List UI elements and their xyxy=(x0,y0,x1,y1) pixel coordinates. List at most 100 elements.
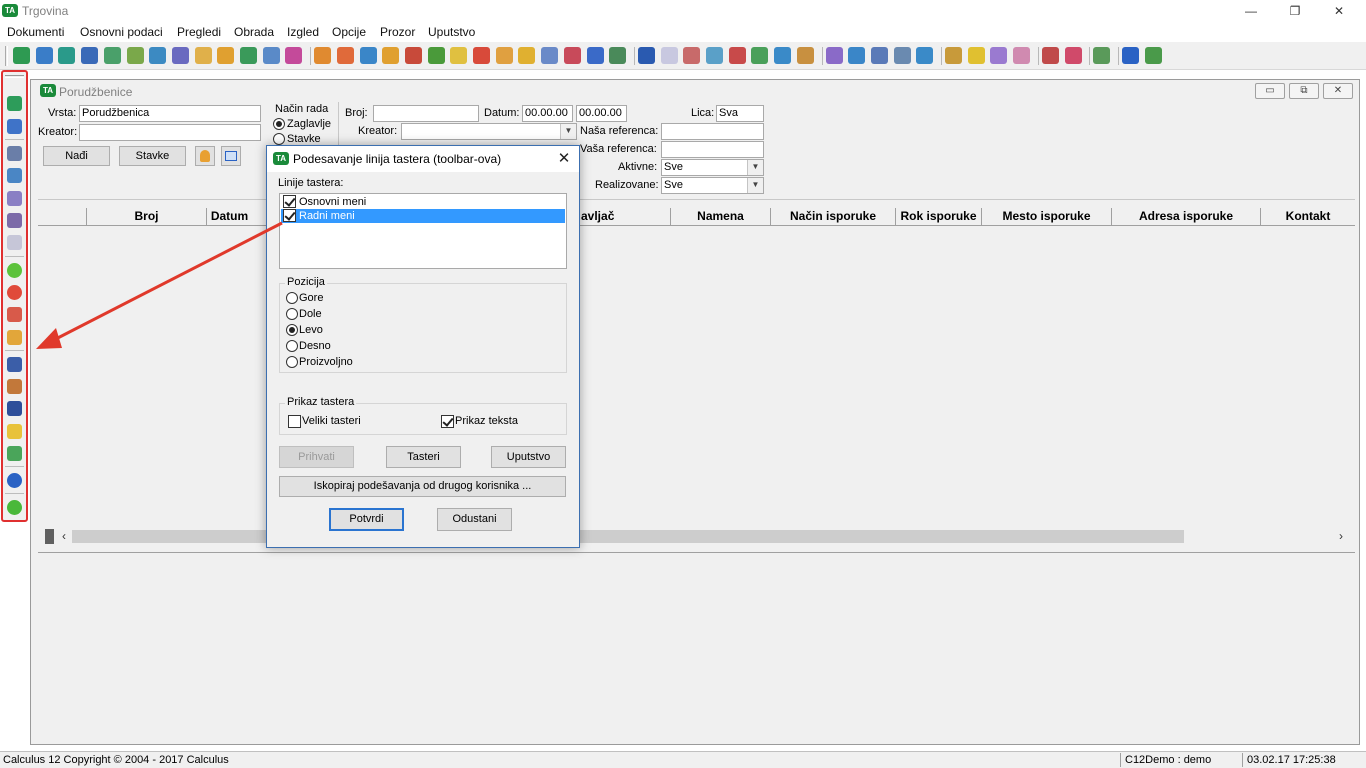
lica-field[interactable]: Sva xyxy=(716,105,764,122)
scroll-left-icon[interactable]: ‹ xyxy=(58,527,70,545)
menu-opcije[interactable]: Opcije xyxy=(332,25,366,39)
toolbar-button-icon[interactable] xyxy=(967,47,985,64)
toolbar-button-icon[interactable] xyxy=(586,47,604,64)
nadji-button[interactable]: Nađi xyxy=(43,146,110,166)
toolbar-button-icon[interactable] xyxy=(149,47,167,64)
menu-pregledi[interactable]: Pregledi xyxy=(177,25,221,39)
chevron-down-icon[interactable]: ▼ xyxy=(747,178,763,193)
toolbar-button-icon[interactable] xyxy=(382,47,400,64)
broj-field[interactable] xyxy=(373,105,479,122)
column-header-avljac[interactable]: avljač xyxy=(578,208,670,225)
datum-to-field[interactable]: 00.00.00 xyxy=(576,105,627,122)
column-header-adresa-isporuke[interactable]: Adresa isporuke xyxy=(1111,208,1260,225)
toolbar-button-icon[interactable] xyxy=(609,47,627,64)
toolbar-button-icon[interactable] xyxy=(103,47,121,64)
toolbar-button-icon[interactable] xyxy=(217,47,235,64)
proizvoljno-radio[interactable] xyxy=(286,356,298,368)
tasteri-button[interactable]: Tasteri xyxy=(386,446,461,468)
veliki-tasteri-checkbox[interactable] xyxy=(288,415,301,428)
toolbar-button-icon[interactable] xyxy=(1144,47,1162,64)
toolbar-button-icon[interactable] xyxy=(825,47,843,64)
child-restore-button[interactable]: ⧉ xyxy=(1289,83,1319,99)
undo-icon[interactable] xyxy=(7,307,22,322)
toolbar-button-icon[interactable] xyxy=(637,47,655,64)
toolbar-button-icon[interactable] xyxy=(945,47,962,64)
toolbar-button-icon[interactable] xyxy=(916,47,934,64)
stavke-radio[interactable] xyxy=(273,133,285,145)
filter-icon[interactable] xyxy=(7,424,22,439)
toolbar-button-icon[interactable] xyxy=(706,47,723,64)
toolbar-button-icon[interactable] xyxy=(194,47,212,64)
osnovni-meni-checkbox[interactable] xyxy=(283,195,296,208)
zaglavlje-radio[interactable] xyxy=(273,118,285,130)
toolbar-button-icon[interactable] xyxy=(518,47,536,64)
porudzbenice-grid[interactable]: Broj Datum avljač Namena Način isporuke … xyxy=(38,199,1355,546)
find-next-icon[interactable] xyxy=(7,379,22,394)
aktivne-combo[interactable]: Sve ▼ xyxy=(661,159,764,176)
window-close-button[interactable]: ✕ xyxy=(1316,0,1362,22)
toolbar-button-icon[interactable] xyxy=(870,47,888,64)
window-restore-button[interactable]: ❐ xyxy=(1272,0,1318,22)
toolbar-button-icon[interactable] xyxy=(285,47,303,64)
toolbar-button-icon[interactable] xyxy=(126,47,144,64)
toolbar-button-icon[interactable] xyxy=(450,47,468,64)
list-item[interactable]: Radni meni xyxy=(281,209,565,223)
levo-radio[interactable] xyxy=(286,324,298,336)
toolbar-button-icon[interactable] xyxy=(58,47,76,64)
toolbar-button-icon[interactable] xyxy=(893,47,911,64)
toolbar-button-icon[interactable] xyxy=(728,47,746,64)
odustani-button[interactable]: Odustani xyxy=(437,508,512,531)
vrsta-field[interactable]: Porudžbenica xyxy=(79,105,261,122)
toolbar-button-icon[interactable] xyxy=(990,47,1008,64)
toolbar-button-icon[interactable] xyxy=(1013,47,1031,64)
exit-icon[interactable] xyxy=(7,500,22,515)
toolbar-button-icon[interactable] xyxy=(751,47,769,64)
child-minimize-button[interactable]: ▭ xyxy=(1255,83,1285,99)
horizontal-scrollbar[interactable]: ‹ › xyxy=(38,527,1355,545)
dialog-close-button[interactable]: ✕ xyxy=(553,149,575,169)
toolbar-button-icon[interactable] xyxy=(359,47,377,64)
datum-from-field[interactable]: 00.00.00 xyxy=(522,105,573,122)
column-header-kontakt[interactable]: Kontakt xyxy=(1260,208,1355,225)
toolbar-list[interactable]: Osnovni meni Radni meni xyxy=(279,193,567,269)
column-header-datum[interactable]: Datum xyxy=(206,208,252,225)
left-toolbar-grip[interactable] xyxy=(5,75,24,78)
chevron-down-icon[interactable]: ▼ xyxy=(747,160,763,175)
print-icon[interactable] xyxy=(7,146,22,161)
prihvati-button[interactable]: Prihvati xyxy=(279,446,354,468)
toolbar-button-icon[interactable] xyxy=(473,47,490,64)
scrollbar-thumb[interactable] xyxy=(72,530,1184,543)
potvrdi-button[interactable]: Potvrdi xyxy=(329,508,404,531)
vasa-referenca-field[interactable] xyxy=(661,141,764,158)
toolbar-button-icon[interactable] xyxy=(427,47,445,64)
user-filter-button[interactable] xyxy=(195,146,215,166)
window-minimize-button[interactable]: — xyxy=(1228,0,1274,22)
toolbar-button-icon[interactable] xyxy=(336,47,354,64)
toolbar-button-icon[interactable] xyxy=(848,47,866,64)
prikaz-teksta-checkbox[interactable] xyxy=(441,415,454,428)
kreator-field[interactable] xyxy=(79,124,261,141)
toolbar-button-icon[interactable] xyxy=(171,47,189,64)
dole-radio[interactable] xyxy=(286,308,298,320)
kopiraj-podesavanja-button[interactable]: Iskopiraj podešavanja od drugog korisnik… xyxy=(279,476,566,497)
kreator2-combo[interactable]: ▼ xyxy=(401,123,577,140)
toolbar-button-icon[interactable] xyxy=(35,47,53,64)
menu-dokumenti[interactable]: Dokumenti xyxy=(7,25,64,39)
export-icon[interactable] xyxy=(7,191,22,206)
toolbar-button-icon[interactable] xyxy=(660,47,678,64)
save-as-icon[interactable] xyxy=(7,119,22,134)
sort-icon[interactable] xyxy=(7,401,22,416)
toolbar-button-icon[interactable] xyxy=(314,47,332,64)
menu-uputstvo[interactable]: Uputstvo xyxy=(428,25,475,39)
desno-radio[interactable] xyxy=(286,340,298,352)
delete-icon[interactable] xyxy=(7,285,22,300)
find-icon[interactable] xyxy=(7,357,22,372)
menu-izgled[interactable]: Izgled xyxy=(287,25,319,39)
realizovane-combo[interactable]: Sve ▼ xyxy=(661,177,764,194)
toolbar-button-icon[interactable] xyxy=(1064,47,1082,64)
print-preview-icon[interactable] xyxy=(7,168,22,183)
column-header-rok-isporuke[interactable]: Rok isporuke xyxy=(895,208,981,225)
uputstvo-button[interactable]: Uputstvo xyxy=(491,446,566,468)
list-item[interactable]: Osnovni meni xyxy=(281,195,565,209)
chevron-down-icon[interactable]: ▼ xyxy=(560,124,576,139)
